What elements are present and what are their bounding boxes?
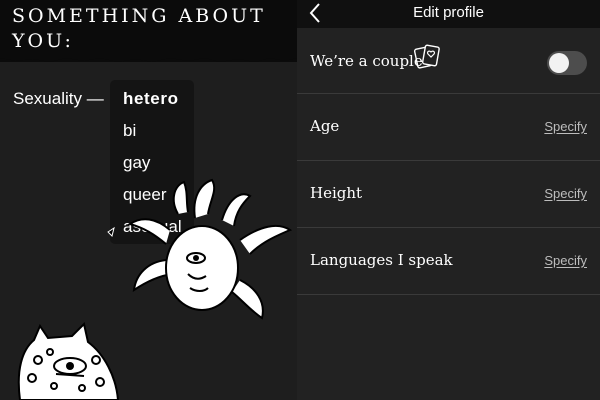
age-specify-link[interactable]: Specify [544, 119, 587, 134]
sexuality-label: Sexuality — [13, 89, 104, 108]
height-label: Height [310, 184, 363, 202]
page-title: Edit profile [413, 4, 484, 21]
navigation-bar: Edit profile [297, 0, 600, 28]
couple-label: We’re a couple [310, 52, 423, 70]
edit-profile-panel: Edit profile We’re a couple Age Specify … [297, 0, 600, 400]
languages-specify-link[interactable]: Specify [544, 253, 587, 268]
languages-row[interactable]: Languages I speak Specify [297, 229, 600, 295]
onboarding-panel: SOMETHING ABOUT YOU: Sexuality — hetero … [0, 0, 297, 400]
title-line-1: SOMETHING ABOUT [12, 5, 266, 27]
onboarding-title: SOMETHING ABOUT YOU: [12, 4, 266, 54]
title-line-2: YOU: [12, 30, 74, 52]
medusa-illustration [107, 178, 293, 320]
sexuality-option-hetero[interactable]: hetero [123, 89, 179, 109]
sexuality-option-bi[interactable]: bi [123, 121, 136, 141]
playing-cards-heart-icon [413, 44, 440, 69]
toggle-knob [549, 53, 569, 73]
height-specify-link[interactable]: Specify [544, 186, 587, 201]
age-label: Age [310, 117, 340, 135]
height-row[interactable]: Height Specify [297, 162, 600, 228]
languages-label: Languages I speak [310, 251, 453, 269]
age-row[interactable]: Age Specify [297, 95, 600, 161]
couple-toggle[interactable] [547, 51, 587, 75]
creature-illustration [17, 322, 120, 400]
torn-edge [0, 52, 297, 62]
